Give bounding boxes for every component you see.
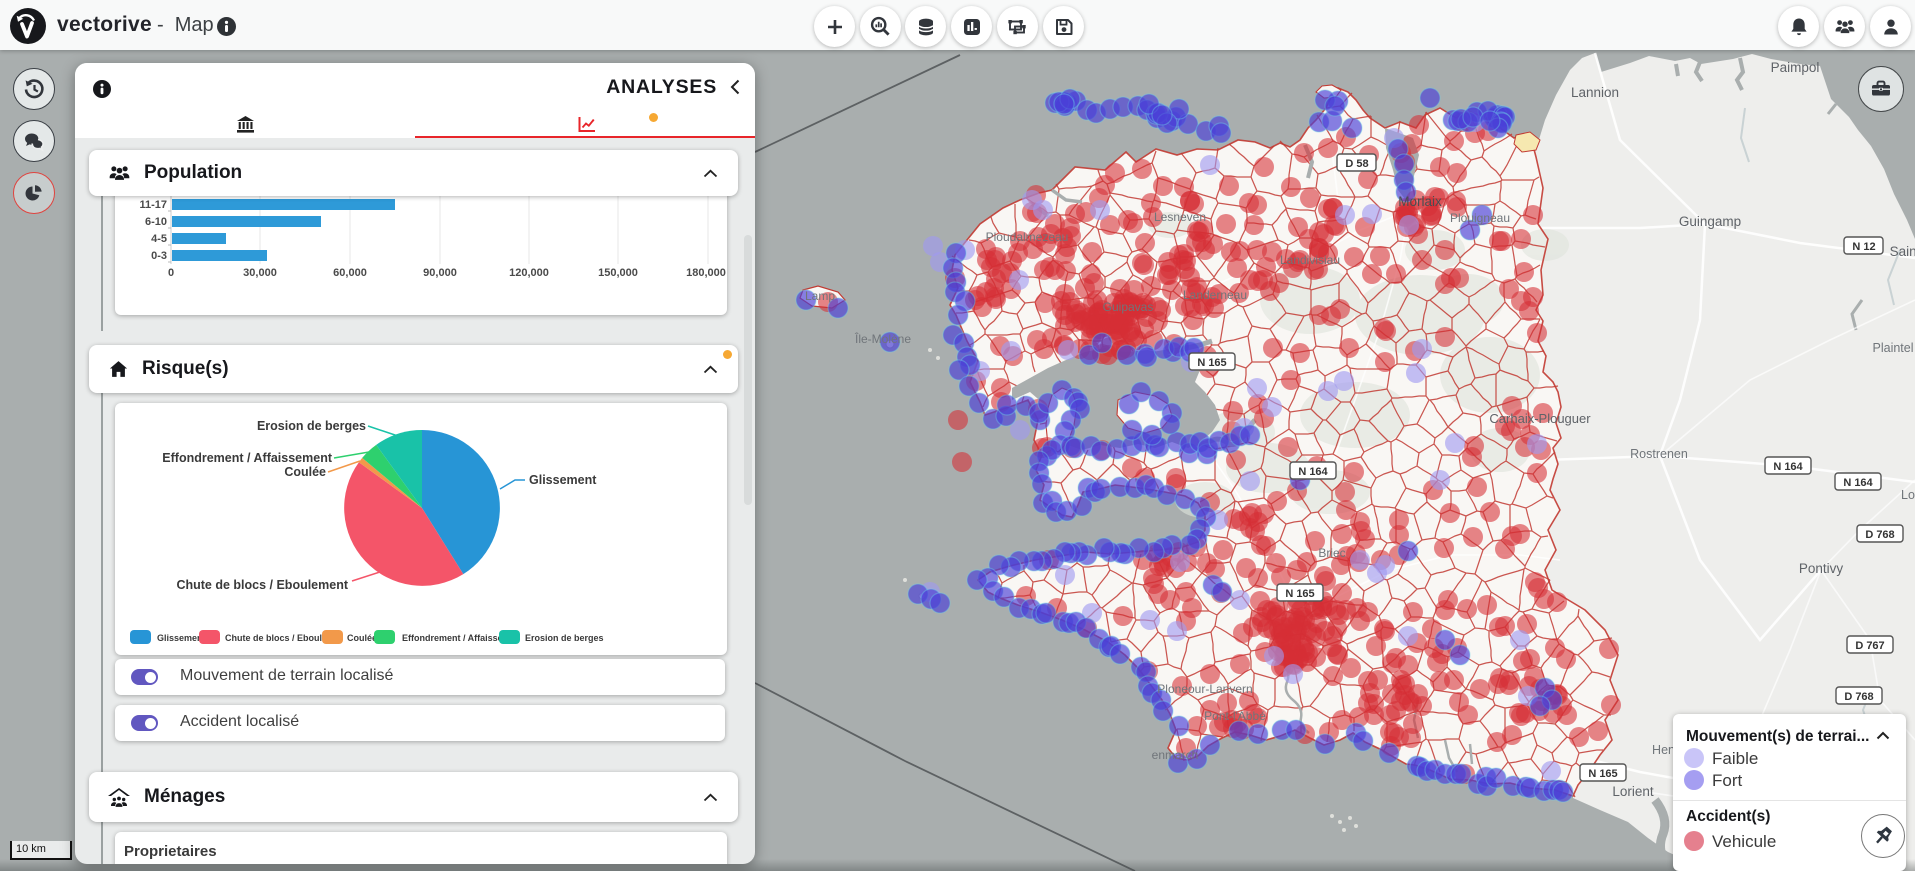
svg-text:Carhaix-Plouguer: Carhaix-Plouguer — [1489, 411, 1591, 426]
svg-text:Saint: Saint — [1890, 244, 1915, 259]
svg-text:D 767: D 767 — [1855, 640, 1884, 652]
svg-text:Erosion de berges: Erosion de berges — [525, 633, 604, 643]
svg-text:Lesneven: Lesneven — [1154, 210, 1206, 224]
svg-text:Glissement: Glissement — [529, 473, 597, 487]
svg-text:60,000: 60,000 — [333, 267, 367, 279]
svg-text:120,000: 120,000 — [509, 267, 549, 279]
svg-text:Effondrement / Affaissement: Effondrement / Affaissement — [162, 451, 333, 465]
svg-text:Landerneau: Landerneau — [1183, 288, 1247, 302]
svg-text:Morlaix: Morlaix — [1398, 194, 1442, 209]
svg-text:Guingamp: Guingamp — [1679, 214, 1741, 229]
svg-text:180,000: 180,000 — [686, 267, 726, 279]
svg-text:Chute de blocs / Eboulement: Chute de blocs / Eboulement — [176, 578, 348, 592]
svg-text:N 165: N 165 — [1588, 768, 1617, 780]
svg-text:Lannion: Lannion — [1571, 85, 1619, 100]
svg-text:enmarch: enmarch — [1152, 748, 1199, 762]
svg-text:Coulée: Coulée — [284, 465, 326, 479]
svg-text:Plouigneau: Plouigneau — [1450, 211, 1510, 225]
svg-text:0-3: 0-3 — [151, 250, 167, 262]
svg-text:N 164: N 164 — [1843, 477, 1873, 489]
svg-text:Effondrement / Affaissem: Effondrement / Affaissem — [402, 633, 511, 643]
svg-text:N 12: N 12 — [1852, 241, 1875, 253]
svg-text:Erosion de berges: Erosion de berges — [257, 419, 366, 433]
svg-text:D 58: D 58 — [1345, 158, 1368, 170]
svg-text:Landivisiau: Landivisiau — [1280, 253, 1340, 267]
svg-text:Île-Molène: Île-Molène — [854, 331, 911, 346]
svg-text:Plaintel: Plaintel — [1873, 341, 1914, 355]
svg-text:Paimpol: Paimpol — [1771, 60, 1820, 75]
svg-text:150,000: 150,000 — [598, 267, 638, 279]
svg-text:Coulée: Coulée — [347, 633, 377, 643]
svg-text:N 164: N 164 — [1298, 466, 1328, 478]
svg-text:Ploneour-Lanvern: Ploneour-Lanvern — [1157, 682, 1252, 696]
svg-text:Glissemen: Glissemen — [157, 633, 203, 643]
svg-text:N 165: N 165 — [1197, 357, 1226, 369]
svg-text:Rostrenen: Rostrenen — [1630, 447, 1688, 461]
svg-text:N 164: N 164 — [1773, 461, 1803, 473]
svg-text:Pont-l'Abbé: Pont-l'Abbé — [1204, 709, 1266, 723]
svg-text:30,000: 30,000 — [243, 267, 277, 279]
svg-text:Chute de blocs / Eboulem: Chute de blocs / Eboulem — [225, 633, 335, 643]
svg-text:Pontivy: Pontivy — [1799, 561, 1844, 576]
svg-text:4-5: 4-5 — [151, 233, 167, 245]
svg-text:Lorient: Lorient — [1612, 784, 1654, 799]
svg-text:Lo: Lo — [1901, 488, 1915, 502]
svg-text:Ploudalmezeau: Ploudalmezeau — [986, 230, 1069, 244]
svg-text:Guipavas: Guipavas — [1103, 300, 1154, 314]
svg-text:Briec: Briec — [1318, 546, 1345, 560]
svg-text:D 768: D 768 — [1865, 529, 1894, 541]
svg-text:0: 0 — [168, 267, 174, 279]
svg-text:90,000: 90,000 — [423, 267, 457, 279]
svg-text:D 768: D 768 — [1844, 691, 1873, 703]
svg-text:11-17: 11-17 — [139, 199, 167, 211]
svg-text:6-10: 6-10 — [145, 216, 167, 228]
svg-text:Lamp: Lamp — [805, 289, 835, 303]
svg-text:N 165: N 165 — [1285, 588, 1314, 600]
